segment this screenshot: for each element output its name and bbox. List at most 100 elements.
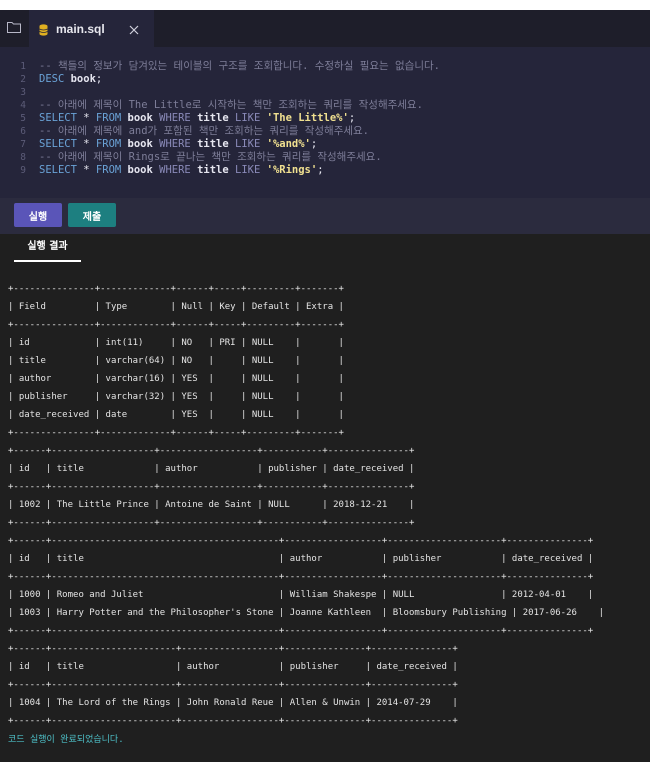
action-toolbar: 실행 제출 <box>0 198 650 234</box>
code-token: ; <box>317 164 324 176</box>
code-token: book <box>127 164 160 176</box>
code-line[interactable]: 9 SELECT * FROM book WHERE title LIKE '%R… <box>0 164 650 177</box>
code-text: SELECT * FROM book WHERE title LIKE 'The… <box>39 112 355 125</box>
output-line: +------+-------------------+------------… <box>8 482 415 492</box>
tab-execution-result[interactable]: 실행 결과 <box>14 234 81 262</box>
output-line: +---------------+-------------+------+--… <box>8 428 344 438</box>
output-line: | 1003 | Harry Potter and the Philosophe… <box>8 608 605 618</box>
code-token: -- 아래에 제목에 and가 포함된 책만 조회하는 쿼리를 작성해주세요. <box>39 125 370 137</box>
code-token: FROM <box>95 164 128 176</box>
output-line: +------+-----------------------+--------… <box>8 644 458 654</box>
output-console: +---------------+-------------+------+--… <box>0 264 650 762</box>
code-line[interactable]: 3 <box>0 86 650 99</box>
code-token: LIKE <box>235 112 267 124</box>
code-line[interactable]: 4 -- 아래에 제목이 The Little로 시작하는 책만 조회하는 쿼리를… <box>0 99 650 112</box>
code-token: SELECT <box>39 138 84 150</box>
line-number: 3 <box>20 87 26 98</box>
code-token: title <box>197 164 236 176</box>
line-number: 6 <box>20 126 26 137</box>
tab-main-sql[interactable]: main.sql <box>29 10 154 47</box>
code-token: -- 아래에 제목이 The Little로 시작하는 책만 조회하는 쿼리를 … <box>39 99 423 111</box>
code-editor[interactable]: 1 -- 책들의 정보가 담겨있는 테이블의 구조를 조회합니다. 수정하실 필요… <box>0 47 650 198</box>
code-token: book <box>70 73 96 85</box>
output-line: +------+-----------------------+--------… <box>8 680 458 690</box>
output-line: | id | title | author | publisher | date… <box>8 554 594 564</box>
output-line: | id | title | author | publisher | date… <box>8 464 415 474</box>
tab-bar: main.sql <box>0 10 650 47</box>
code-text: -- 아래에 제목에 and가 포함된 책만 조회하는 쿼리를 작성해주세요. <box>39 125 369 138</box>
line-number: 9 <box>20 165 26 176</box>
code-token: 'The Little%' <box>266 112 349 124</box>
code-text: DESC book; <box>39 73 102 86</box>
output-line: +------+-------------------+------------… <box>8 446 415 456</box>
result-tab-strip: 실행 결과 <box>0 234 650 262</box>
submit-button[interactable]: 제출 <box>68 203 116 227</box>
code-token: ; <box>310 138 318 150</box>
output-line: +------+--------------------------------… <box>8 572 594 582</box>
output-line: +------+--------------------------------… <box>8 536 594 546</box>
code-token: -- 책들의 정보가 담겨있는 테이블의 구조를 조회합니다. 수정하실 필요는… <box>39 60 440 72</box>
code-token: '%Rings' <box>266 164 318 176</box>
line-number: 5 <box>20 113 26 124</box>
code-token: book <box>127 138 160 150</box>
code-text: -- 아래에 제목이 The Little로 시작하는 책만 조회하는 쿼리를 … <box>39 99 423 112</box>
code-line[interactable]: 8 -- 아래에 제목이 Rings로 끝나는 책만 조회하는 쿼리를 작성해주세… <box>0 151 650 164</box>
output-line: | 1004 | The Lord of the Rings | John Ro… <box>8 698 458 708</box>
code-token: WHERE <box>159 164 198 176</box>
code-token: '%and%' <box>266 138 311 150</box>
output-line: | id | int(11) | NO | PRI | NULL | | <box>8 338 344 348</box>
output-line: +---------------+-------------+------+--… <box>8 284 344 294</box>
output-line: | publisher | varchar(32) | YES | | NULL… <box>8 392 344 402</box>
close-icon[interactable] <box>129 25 139 35</box>
code-token: WHERE <box>159 112 198 124</box>
output-line: | 1002 | The Little Prince | Antoine de … <box>8 500 415 510</box>
code-line[interactable]: 1 -- 책들의 정보가 담겨있는 테이블의 구조를 조회합니다. 수정하실 필요… <box>0 60 650 73</box>
code-text: -- 책들의 정보가 담겨있는 테이블의 구조를 조회합니다. 수정하실 필요는… <box>39 60 440 73</box>
code-token: ; <box>348 112 356 124</box>
output-line: | author | varchar(16) | YES | | NULL | … <box>8 374 344 384</box>
sql-editor-app: main.sql 1 -- 책들의 정보가 담겨있는 테이블의 구조를 조회합니다… <box>0 10 650 762</box>
output-line: | id | title | author | publisher | date… <box>8 662 458 672</box>
code-token: book <box>127 112 160 124</box>
run-button[interactable]: 실행 <box>14 203 62 227</box>
code-token: title <box>197 112 236 124</box>
output-line: +------+--------------------------------… <box>8 626 594 636</box>
code-token: * <box>83 164 96 176</box>
line-number: 1 <box>20 61 26 72</box>
output-line: +------+-------------------+------------… <box>8 518 415 528</box>
code-text: SELECT * FROM book WHERE title LIKE '%an… <box>39 138 317 151</box>
line-number: 2 <box>20 74 26 85</box>
database-icon <box>39 24 48 36</box>
output-line: | title | varchar(64) | NO | | NULL | | <box>8 356 344 366</box>
line-number: 4 <box>20 100 26 111</box>
line-number: 8 <box>20 152 26 163</box>
code-token: SELECT <box>39 112 84 124</box>
code-token: ; <box>95 73 103 85</box>
tab-title: main.sql <box>56 22 105 36</box>
code-token: * <box>83 138 96 150</box>
execution-status: 코드 실행이 완료되었습니다. <box>8 735 124 745</box>
code-token: WHERE <box>159 138 198 150</box>
output-line: +---------------+-------------+------+--… <box>8 320 344 330</box>
line-number: 7 <box>20 139 26 150</box>
output-line: | date_received | date | YES | | NULL | … <box>8 410 344 420</box>
code-token: SELECT <box>39 164 84 176</box>
output-line: +------+-----------------------+--------… <box>8 716 458 726</box>
code-text: SELECT * FROM book WHERE title LIKE '%Ri… <box>39 164 324 177</box>
code-token: -- 아래에 제목이 Rings로 끝나는 책만 조회하는 쿼리를 작성해주세요… <box>39 151 382 163</box>
code-token: FROM <box>95 112 128 124</box>
folder-icon[interactable] <box>7 21 21 33</box>
code-token: * <box>83 112 96 124</box>
output-line: | 1000 | Romeo and Juliet | William Shak… <box>8 590 594 600</box>
code-token: FROM <box>95 138 128 150</box>
output-line: | Field | Type | Null | Key | Default | … <box>8 302 344 312</box>
code-line[interactable]: 6 -- 아래에 제목에 and가 포함된 책만 조회하는 쿼리를 작성해주세요. <box>0 125 650 138</box>
code-token: title <box>197 138 236 150</box>
code-token: DESC <box>39 73 71 85</box>
code-line[interactable]: 5 SELECT * FROM book WHERE title LIKE 'Th… <box>0 112 650 125</box>
code-text: -- 아래에 제목이 Rings로 끝나는 책만 조회하는 쿼리를 작성해주세요… <box>39 151 382 164</box>
code-line[interactable]: 2 DESC book; <box>0 73 650 86</box>
code-token: LIKE <box>235 164 267 176</box>
code-line[interactable]: 7 SELECT * FROM book WHERE title LIKE '%a… <box>0 138 650 151</box>
code-token: LIKE <box>235 138 267 150</box>
